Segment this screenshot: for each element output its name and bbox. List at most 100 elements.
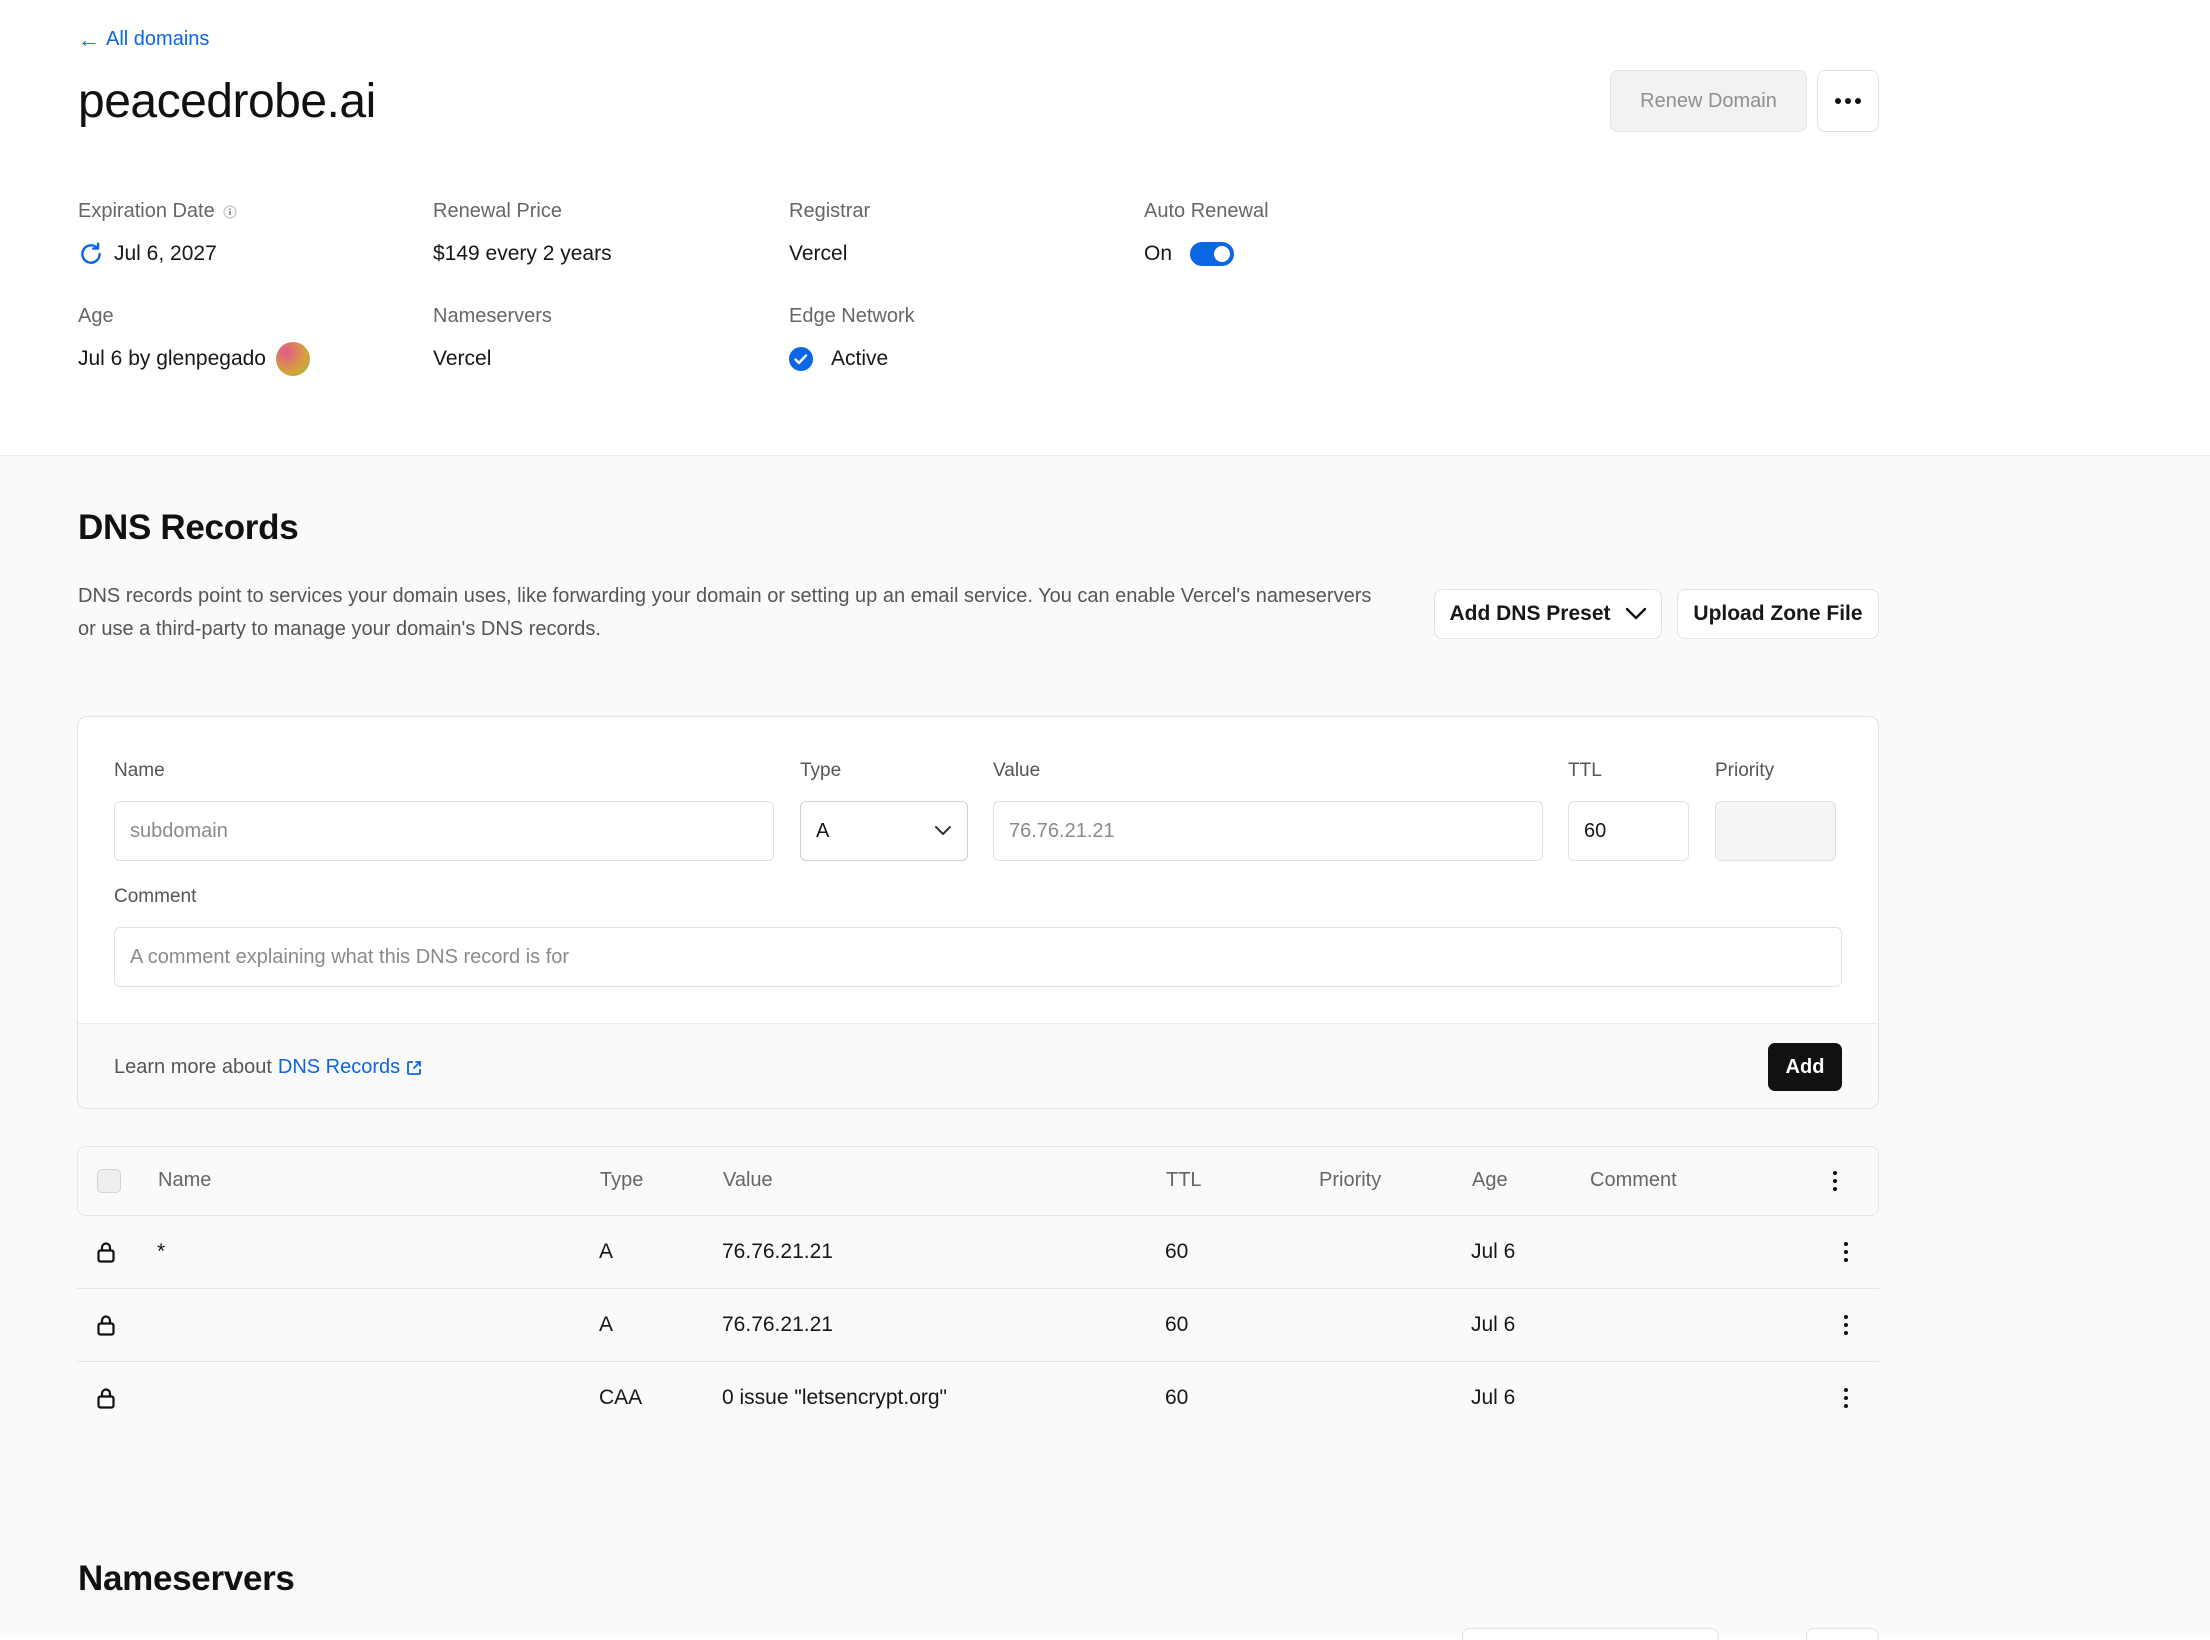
type-select[interactable]: A [800, 801, 968, 861]
renew-domain-button[interactable]: Renew Domain [1610, 70, 1807, 132]
expiration-date-label: Expiration Date [78, 200, 215, 222]
records-table-header: Name Type Value TTL Priority Age Comment [77, 1146, 1879, 1216]
priority-input[interactable] [1715, 801, 1836, 861]
type-field-label: Type [800, 760, 842, 781]
dns-records-doc-link-label: DNS Records [277, 1056, 401, 1078]
more-vertical-icon[interactable] [1836, 1382, 1856, 1414]
edge-network-value-row: Active [789, 346, 915, 372]
row-ttl: 60 [1165, 1386, 1189, 1409]
expiration-date-value-row: Jul 6, 2027 [78, 241, 237, 267]
edge-network-label: Edge Network [789, 305, 915, 327]
check-circle-icon [789, 347, 813, 371]
dns-records-description: DNS records point to services your domai… [78, 585, 1372, 640]
external-link-icon [407, 1060, 422, 1075]
table-row[interactable]: A 76.76.21.21 60 Jul 6 [77, 1289, 1879, 1362]
renewal-price-label: Renewal Price [433, 200, 562, 222]
ttl-input[interactable]: 60 [1568, 801, 1689, 861]
priority-field-label: Priority [1715, 760, 1775, 781]
more-options-button[interactable] [1817, 70, 1879, 132]
learn-more-text: Learn more about DNS Records [114, 1056, 422, 1079]
add-record-form: Name subdomain Type A Value 76.76.21.21 … [77, 716, 1879, 1109]
nameservers-value: Vercel [433, 347, 492, 370]
row-value: 76.76.21.21 [722, 1240, 833, 1263]
column-header-name[interactable]: Name [158, 1169, 211, 1192]
column-header-ttl[interactable]: TTL [1166, 1169, 1202, 1192]
add-dns-preset-label: Add DNS Preset [1449, 602, 1611, 625]
refresh-icon [81, 242, 101, 264]
comment-field-label: Comment [114, 886, 197, 907]
comment-input[interactable]: A comment explaining what this DNS recor… [114, 927, 1842, 987]
add-dns-preset-button[interactable]: Add DNS Preset [1434, 589, 1662, 639]
nameservers-action-button[interactable] [1462, 1628, 1719, 1640]
row-type: A [599, 1240, 614, 1263]
expiration-date-label-row: Expiration Date [78, 200, 237, 223]
name-field-label: Name [114, 760, 165, 781]
row-ttl: 60 [1165, 1240, 1189, 1263]
chevron-down-icon [935, 826, 951, 835]
more-vertical-icon[interactable] [1836, 1236, 1856, 1268]
registrar-label: Registrar [789, 200, 871, 222]
add-record-button[interactable]: Add [1768, 1043, 1842, 1091]
age-value-row: Jul 6 by glenpegado [78, 342, 310, 376]
column-header-priority[interactable]: Priority [1319, 1169, 1381, 1192]
row-age: Jul 6 [1471, 1313, 1516, 1336]
nameservers-block: Nameservers Vercel [433, 305, 552, 372]
back-arrow-icon: ← [78, 26, 100, 52]
auto-renewal-label: Auto Renewal [1144, 200, 1269, 222]
name-input[interactable]: subdomain [114, 801, 774, 861]
row-ttl: 60 [1165, 1313, 1189, 1336]
column-header-age[interactable]: Age [1472, 1169, 1508, 1192]
ttl-field-label: TTL [1568, 760, 1602, 781]
age-label: Age [78, 305, 114, 327]
lock-icon [97, 1315, 115, 1336]
edge-network-block: Edge Network Active [789, 305, 915, 372]
form-footer: Learn more about DNS Records Add [78, 1023, 1878, 1108]
lock-icon [97, 1388, 115, 1409]
select-all-checkbox[interactable] [97, 1169, 121, 1193]
row-type: A [599, 1313, 614, 1336]
domain-title: peacedrobe.ai [78, 75, 376, 128]
nameservers-title: Nameservers [78, 1559, 295, 1598]
age-value: Jul 6 by glenpegado [78, 347, 266, 370]
expiration-date-value: Jul 6, 2027 [114, 242, 217, 265]
avatar[interactable] [276, 342, 310, 376]
renewal-price-value: $149 every 2 years [433, 242, 612, 265]
info-icon[interactable] [223, 205, 237, 219]
table-row[interactable]: * A 76.76.21.21 60 Jul 6 [77, 1216, 1879, 1289]
edge-network-status: Active [831, 347, 889, 370]
row-value: 0 issue "letsencrypt.org" [722, 1386, 948, 1409]
value-field-label: Value [993, 760, 1041, 781]
row-name: * [157, 1240, 166, 1263]
column-header-value[interactable]: Value [723, 1169, 773, 1192]
auto-renewal-block: Auto Renewal On [1144, 200, 1269, 267]
auto-renewal-toggle[interactable] [1190, 242, 1235, 266]
row-value: 76.76.21.21 [722, 1313, 833, 1336]
column-header-type[interactable]: Type [600, 1169, 643, 1192]
type-select-value: A [816, 819, 830, 842]
back-link-label: All domains [106, 28, 210, 50]
back-to-domains-link[interactable]: ← All domains [78, 28, 209, 51]
more-vertical-icon[interactable] [1836, 1309, 1856, 1341]
chevron-down-icon [1625, 607, 1646, 620]
auto-renewal-status: On [1144, 242, 1173, 265]
row-age: Jul 6 [1471, 1240, 1516, 1263]
more-horizontal-icon [1835, 98, 1861, 104]
registrar-block: Registrar Vercel [789, 200, 870, 267]
row-age: Jul 6 [1471, 1386, 1516, 1409]
auto-renewal-value-row: On [1144, 241, 1269, 267]
table-row[interactable]: CAA 0 issue "letsencrypt.org" 60 Jul 6 [77, 1362, 1879, 1435]
expiration-date-block: Expiration Date Jul 6, 2027 [78, 200, 237, 267]
upload-zone-file-button[interactable]: Upload Zone File [1677, 589, 1879, 639]
row-type: CAA [599, 1386, 643, 1409]
dns-records-doc-link[interactable]: DNS Records [278, 1056, 422, 1079]
more-vertical-icon[interactable] [1825, 1165, 1845, 1197]
column-header-comment[interactable]: Comment [1590, 1169, 1677, 1192]
learn-more-prefix: Learn more about [114, 1056, 272, 1078]
dns-records-title: DNS Records [78, 508, 299, 547]
value-input[interactable]: 76.76.21.21 [993, 801, 1543, 861]
registrar-value: Vercel [789, 242, 848, 265]
nameservers-secondary-button[interactable] [1806, 1628, 1879, 1640]
age-block: Age Jul 6 by glenpegado [78, 305, 310, 376]
renewal-price-block: Renewal Price $149 every 2 years [433, 200, 612, 267]
nameservers-label: Nameservers [433, 305, 552, 327]
